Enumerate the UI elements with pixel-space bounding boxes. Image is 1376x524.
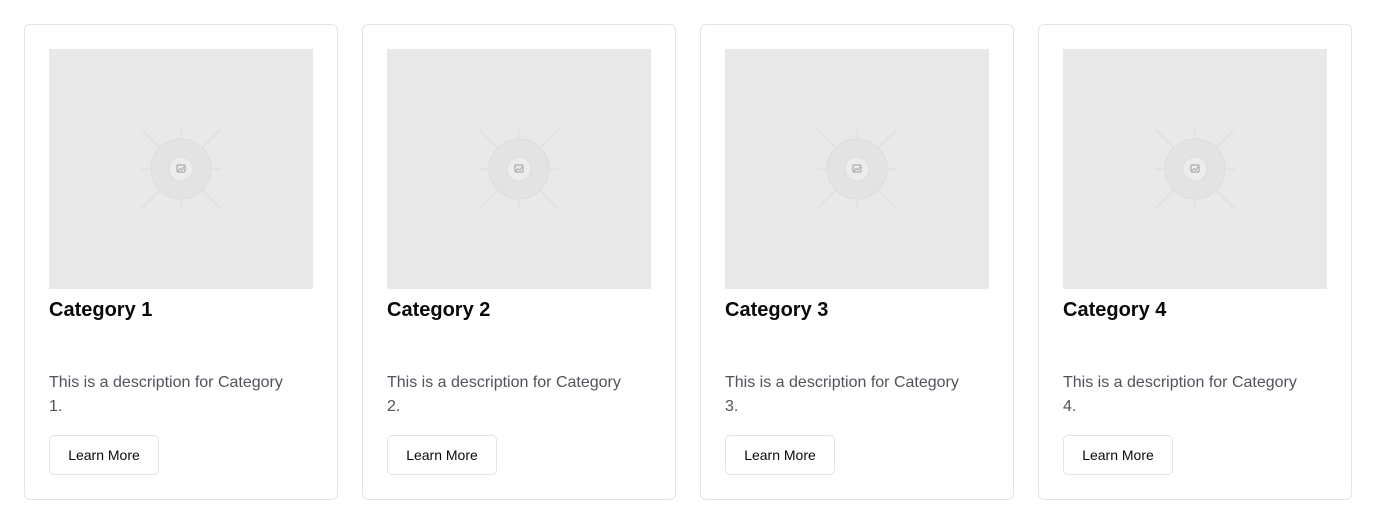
learn-more-button[interactable]: Learn More: [1063, 435, 1173, 475]
card-description: This is a description for Category 3.: [725, 371, 989, 419]
learn-more-button[interactable]: Learn More: [49, 435, 159, 475]
card-description-line: 1.: [49, 398, 63, 415]
card-description-line: This is a description for Category: [49, 374, 283, 391]
card-image-placeholder: [49, 49, 313, 289]
card-description-line: This is a description for Category: [1063, 374, 1297, 391]
category-card: Category 2 This is a description for Cat…: [362, 24, 676, 500]
learn-more-button[interactable]: Learn More: [387, 435, 497, 475]
image-placeholder-icon: [816, 128, 898, 210]
image-placeholder-icon: [1154, 128, 1236, 210]
card-image-placeholder: [725, 49, 989, 289]
card-description: This is a description for Category 4.: [1063, 371, 1327, 419]
card-title: Category 1: [49, 299, 153, 321]
category-card: Category 3 This is a description for Cat…: [700, 24, 1014, 500]
category-card: Category 1 This is a description for Cat…: [24, 24, 338, 500]
card-description-line: 2.: [387, 398, 401, 415]
card-description: This is a description for Category 1.: [49, 371, 313, 419]
category-card-grid: Category 1 This is a description for Cat…: [24, 24, 1352, 500]
category-card: Category 4 This is a description for Cat…: [1038, 24, 1352, 500]
card-title: Category 2: [387, 299, 491, 321]
card-image-placeholder: [1063, 49, 1327, 289]
image-placeholder-icon: [140, 128, 222, 210]
card-description-line: This is a description for Category: [725, 374, 959, 391]
card-image-placeholder: [387, 49, 651, 289]
card-description: This is a description for Category 2.: [387, 371, 651, 419]
card-description-line: This is a description for Category: [387, 374, 621, 391]
card-title: Category 3: [725, 299, 829, 321]
learn-more-button[interactable]: Learn More: [725, 435, 835, 475]
card-title: Category 4: [1063, 299, 1167, 321]
card-description-line: 3.: [725, 398, 739, 415]
card-description-line: 4.: [1063, 398, 1077, 415]
image-placeholder-icon: [478, 128, 560, 210]
